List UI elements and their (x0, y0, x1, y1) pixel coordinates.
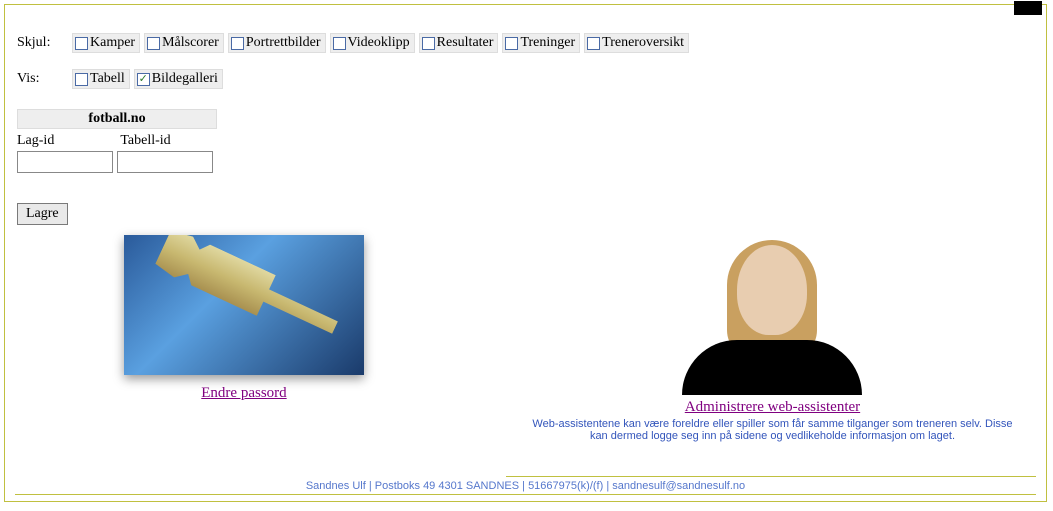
top-corner-block (1014, 1, 1042, 15)
checkbox-icon[interactable] (75, 37, 88, 50)
checkbox-icon[interactable]: ✓ (137, 73, 150, 86)
checkbox-label: Treneroversikt (602, 35, 684, 51)
checkbox-icon[interactable] (587, 37, 600, 50)
key-security-illustration (124, 235, 364, 375)
skjul-option-videoklipp[interactable]: Videoklipp (330, 33, 415, 53)
checkbox-icon[interactable] (333, 37, 346, 50)
skjul-label: Skjul: (17, 35, 72, 51)
tabell-id-label: Tabell-id (120, 133, 170, 149)
skjul-option-målscorer[interactable]: Målscorer (144, 33, 224, 53)
checkbox-label: Bildegalleri (152, 71, 218, 87)
lag-id-label: Lag-id (17, 133, 54, 149)
checkbox-label: Tabell (90, 71, 125, 87)
skjul-option-portrettbilder[interactable]: Portrettbilder (228, 33, 326, 53)
checkbox-label: Kamper (90, 35, 135, 51)
footer: Sandnes Ulf | Postboks 49 4301 SANDNES |… (15, 480, 1036, 495)
checkbox-icon[interactable] (75, 73, 88, 86)
skjul-option-treneroversikt[interactable]: Treneroversikt (584, 33, 689, 53)
skjul-option-treninger[interactable]: Treninger (502, 33, 580, 53)
vis-label: Vis: (17, 71, 72, 87)
skjul-checkbox-list: Kamper Målscorer Portrettbilder Videoklipp R… (72, 33, 689, 53)
assistants-description: Web-assistentene kan være foreldre eller… (511, 418, 1034, 442)
vis-option-bildegalleri[interactable]: ✓Bildegalleri (134, 69, 223, 89)
checkbox-label: Treninger (520, 35, 575, 51)
fotball-header: fotball.no (17, 109, 217, 129)
vis-option-tabell[interactable]: Tabell (72, 69, 130, 89)
manage-web-assistants-link[interactable]: Administrere web-assistenter (685, 399, 860, 415)
change-password-link[interactable]: Endre passord (201, 385, 286, 401)
checkbox-icon[interactable] (147, 37, 160, 50)
checkbox-icon[interactable] (505, 37, 518, 50)
footer-phone: 51667975(k)/(f) (528, 480, 603, 492)
footer-email-link[interactable]: sandnesulf@sandnesulf.no (612, 480, 745, 492)
footer-org: Sandnes Ulf (306, 480, 366, 492)
footer-address: Postboks 49 4301 SANDNES (375, 480, 519, 492)
tabell-id-input[interactable] (117, 151, 213, 173)
checkbox-icon[interactable] (422, 37, 435, 50)
save-button[interactable]: Lagre (17, 203, 68, 225)
assistant-person-illustration (672, 235, 872, 395)
checkbox-label: Portrettbilder (246, 35, 321, 51)
vis-checkbox-list: Tabell ✓Bildegalleri (72, 69, 223, 89)
checkbox-label: Resultater (437, 35, 494, 51)
skjul-option-kamper[interactable]: Kamper (72, 33, 140, 53)
checkbox-label: Videoklipp (348, 35, 410, 51)
lag-id-input[interactable] (17, 151, 113, 173)
checkbox-icon[interactable] (231, 37, 244, 50)
skjul-option-resultater[interactable]: Resultater (419, 33, 499, 53)
checkbox-label: Målscorer (162, 35, 219, 51)
